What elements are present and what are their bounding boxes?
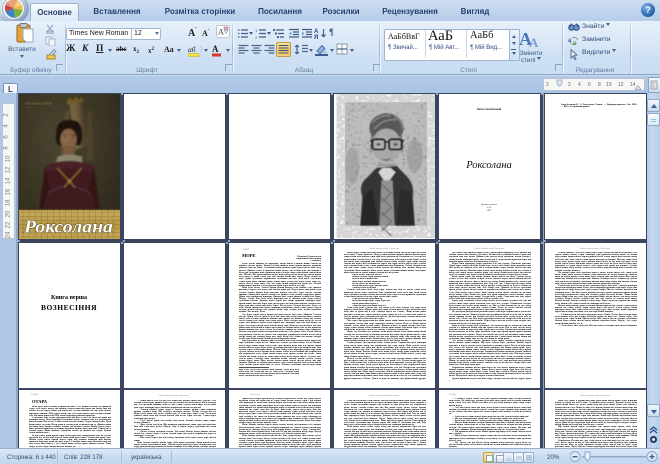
svg-text:Я: Я [314, 35, 318, 40]
svg-text:2: 2 [255, 35, 258, 39]
svg-text:в: в [573, 41, 577, 46]
svg-text:А: А [212, 44, 219, 54]
svg-text:А: А [529, 35, 539, 49]
svg-text:а: а [568, 38, 572, 44]
svg-text:1: 1 [255, 28, 258, 33]
svg-text:А: А [218, 28, 224, 37]
svg-text:аб: аб [188, 45, 196, 54]
svg-text:Роксолана: Роксолана [23, 216, 113, 236]
